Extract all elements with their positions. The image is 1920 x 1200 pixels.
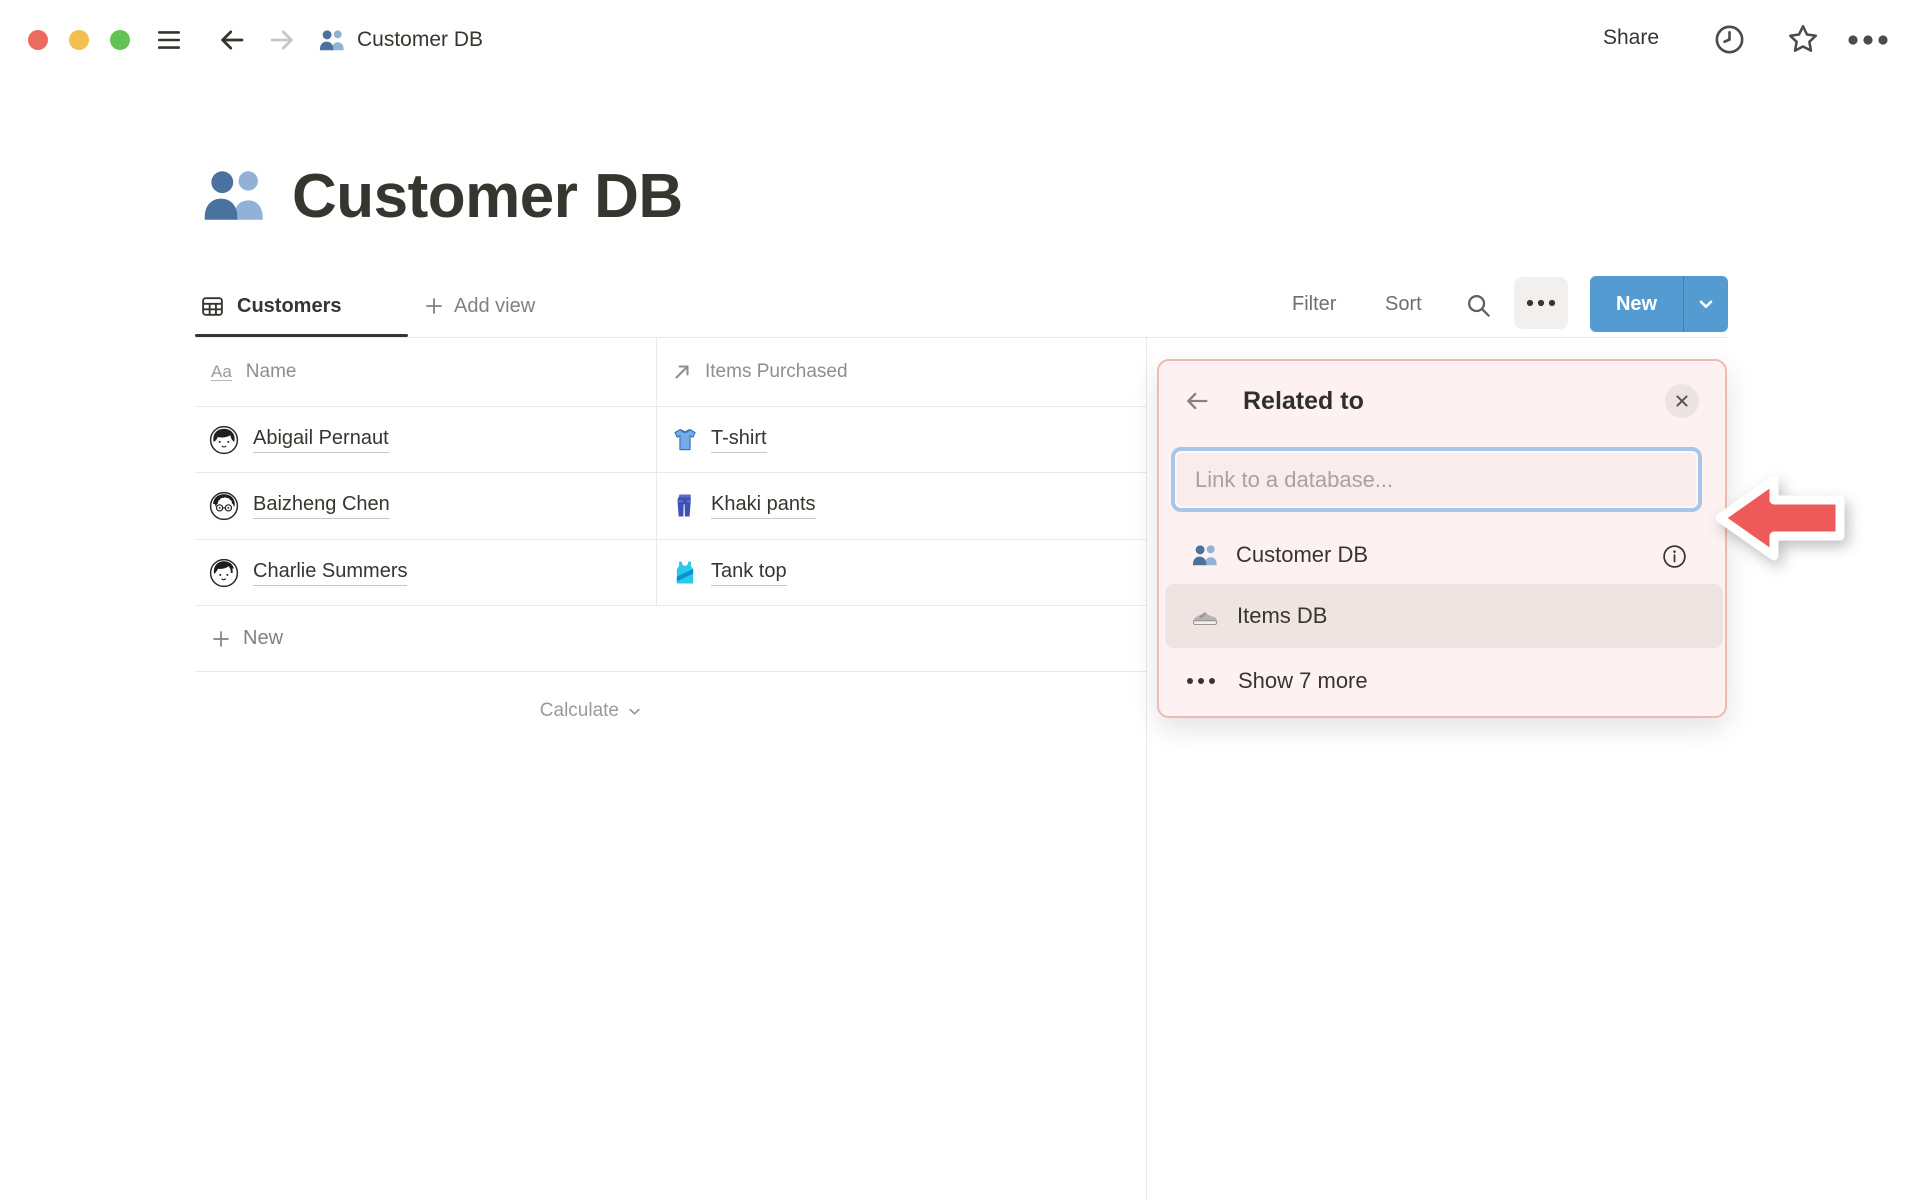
sneaker-icon — [1193, 611, 1217, 625]
view-options-button[interactable] — [1514, 277, 1568, 329]
related-to-popup: Related to Customer DB Items DB — [1157, 359, 1727, 718]
table-row[interactable]: Baizheng Chen Khaki pants — [195, 473, 1147, 540]
related-item-link[interactable]: Tank top — [711, 560, 787, 586]
related-item-link[interactable]: T-shirt — [711, 427, 767, 453]
column-header-items[interactable]: Items Purchased — [657, 338, 1147, 406]
items-cell[interactable]: Khaki pants — [657, 473, 1147, 539]
active-tab-underline — [195, 334, 408, 337]
database-info-button[interactable] — [1659, 541, 1689, 571]
table-header-row: Aa Name Items Purchased — [195, 338, 1147, 407]
arrow-right-icon — [270, 30, 293, 50]
sidebar-menu-button[interactable] — [152, 24, 186, 56]
table-row[interactable]: Abigail Pernaut T-shirt — [195, 407, 1147, 473]
star-icon — [1788, 24, 1818, 52]
new-record-button[interactable]: New — [1590, 276, 1683, 332]
view-tab-customers[interactable]: Customers — [200, 284, 341, 328]
arrow-left-icon — [1187, 392, 1208, 410]
add-view-button[interactable]: Add view — [424, 284, 535, 328]
show-more-label: Show 7 more — [1238, 668, 1368, 693]
avatar — [209, 425, 239, 454]
page-header: Customer DB — [200, 150, 683, 242]
plus-icon — [213, 630, 229, 647]
link-database-input[interactable] — [1175, 451, 1698, 508]
popup-title: Related to — [1243, 387, 1364, 415]
hamburger-icon — [157, 31, 181, 49]
favorite-button[interactable] — [1784, 20, 1822, 58]
view-tab-label: Customers — [237, 294, 342, 317]
plus-icon — [426, 298, 442, 314]
more-options-button[interactable] — [1842, 24, 1894, 56]
page-title: Customer DB — [292, 161, 683, 231]
table-view-icon — [202, 296, 223, 316]
sort-button[interactable]: Sort — [1385, 293, 1422, 316]
breadcrumb[interactable]: Customer DB — [318, 24, 483, 56]
share-button[interactable]: Share — [1603, 26, 1659, 50]
info-icon — [1662, 544, 1686, 568]
traffic-light-minimize[interactable] — [69, 30, 89, 50]
related-item-link[interactable]: Khaki pants — [711, 493, 816, 519]
add-view-label: Add view — [454, 294, 536, 317]
table-row[interactable]: Charlie Summers Tank top — [195, 540, 1147, 606]
name-cell[interactable]: Abigail Pernaut — [195, 407, 657, 472]
table-new-row-button[interactable]: New — [195, 606, 1147, 672]
new-row-label: New — [243, 627, 284, 649]
search-database-button[interactable] — [1458, 286, 1498, 324]
database-option-label: Customer DB — [1236, 542, 1369, 567]
name-cell[interactable]: Baizheng Chen — [195, 473, 657, 539]
name-cell[interactable]: Charlie Summers — [195, 540, 657, 605]
people-icon — [319, 29, 344, 50]
relation-arrow-icon — [675, 365, 689, 379]
window-topbar: Customer DB Share — [0, 0, 1920, 80]
calculate-label: Calculate — [539, 700, 619, 721]
items-cell[interactable]: T-shirt — [657, 407, 1147, 472]
people-icon[interactable] — [200, 163, 266, 229]
tshirt-icon — [674, 428, 696, 450]
arrow-left-icon — [221, 30, 244, 50]
record-name-link[interactable]: Baizheng Chen — [253, 493, 390, 519]
record-name-link[interactable]: Abigail Pernaut — [253, 427, 389, 453]
tanktop-icon — [676, 561, 694, 583]
search-icon — [1467, 294, 1490, 317]
column-header-name[interactable]: Aa Name — [195, 338, 657, 406]
new-record-dropdown-button[interactable] — [1684, 276, 1728, 332]
show-more-button[interactable]: Show 7 more — [1165, 656, 1723, 706]
record-name-link[interactable]: Charlie Summers — [253, 560, 408, 586]
new-record-split-button[interactable]: New — [1590, 276, 1728, 332]
text-property-icon: Aa — [211, 361, 232, 382]
database-option-customer-db[interactable]: Customer DB — [1165, 526, 1723, 584]
nav-back-button[interactable] — [214, 22, 250, 58]
people-icon — [1192, 544, 1217, 565]
new-button-label: New — [1615, 292, 1658, 315]
ellipsis-icon — [1526, 299, 1556, 307]
link-database-search[interactable] — [1171, 447, 1702, 512]
avatar — [209, 491, 239, 521]
clock-icon — [1715, 25, 1743, 53]
traffic-light-zoom[interactable] — [110, 30, 130, 50]
nav-forward-button[interactable] — [264, 22, 300, 58]
ellipsis-icon — [1187, 678, 1220, 684]
column-header-label: Name — [245, 361, 297, 382]
popup-back-button[interactable] — [1177, 383, 1217, 419]
column-header-label: Items Purchased — [705, 361, 848, 382]
traffic-light-close[interactable] — [28, 30, 48, 50]
notion-window: Customer DB Share Customer DB Customers — [0, 0, 1920, 1200]
tutorial-arrow-left-icon — [1715, 475, 1845, 561]
avatar — [209, 558, 239, 587]
popup-close-button[interactable] — [1665, 384, 1699, 418]
ellipsis-icon — [1848, 35, 1888, 45]
chevron-down-icon — [1699, 300, 1713, 308]
history-button[interactable] — [1710, 20, 1748, 58]
close-icon — [1676, 395, 1688, 407]
breadcrumb-title: Customer DB — [357, 28, 484, 51]
chevron-down-icon — [629, 708, 640, 715]
items-cell[interactable]: Tank top — [657, 540, 1147, 605]
filter-button[interactable]: Filter — [1292, 293, 1336, 316]
database-option-label: Items DB — [1237, 603, 1328, 628]
database-option-items-db[interactable]: Items DB — [1165, 584, 1723, 648]
calculate-button[interactable]: Calculate — [195, 682, 642, 740]
jeans-icon — [677, 494, 691, 517]
